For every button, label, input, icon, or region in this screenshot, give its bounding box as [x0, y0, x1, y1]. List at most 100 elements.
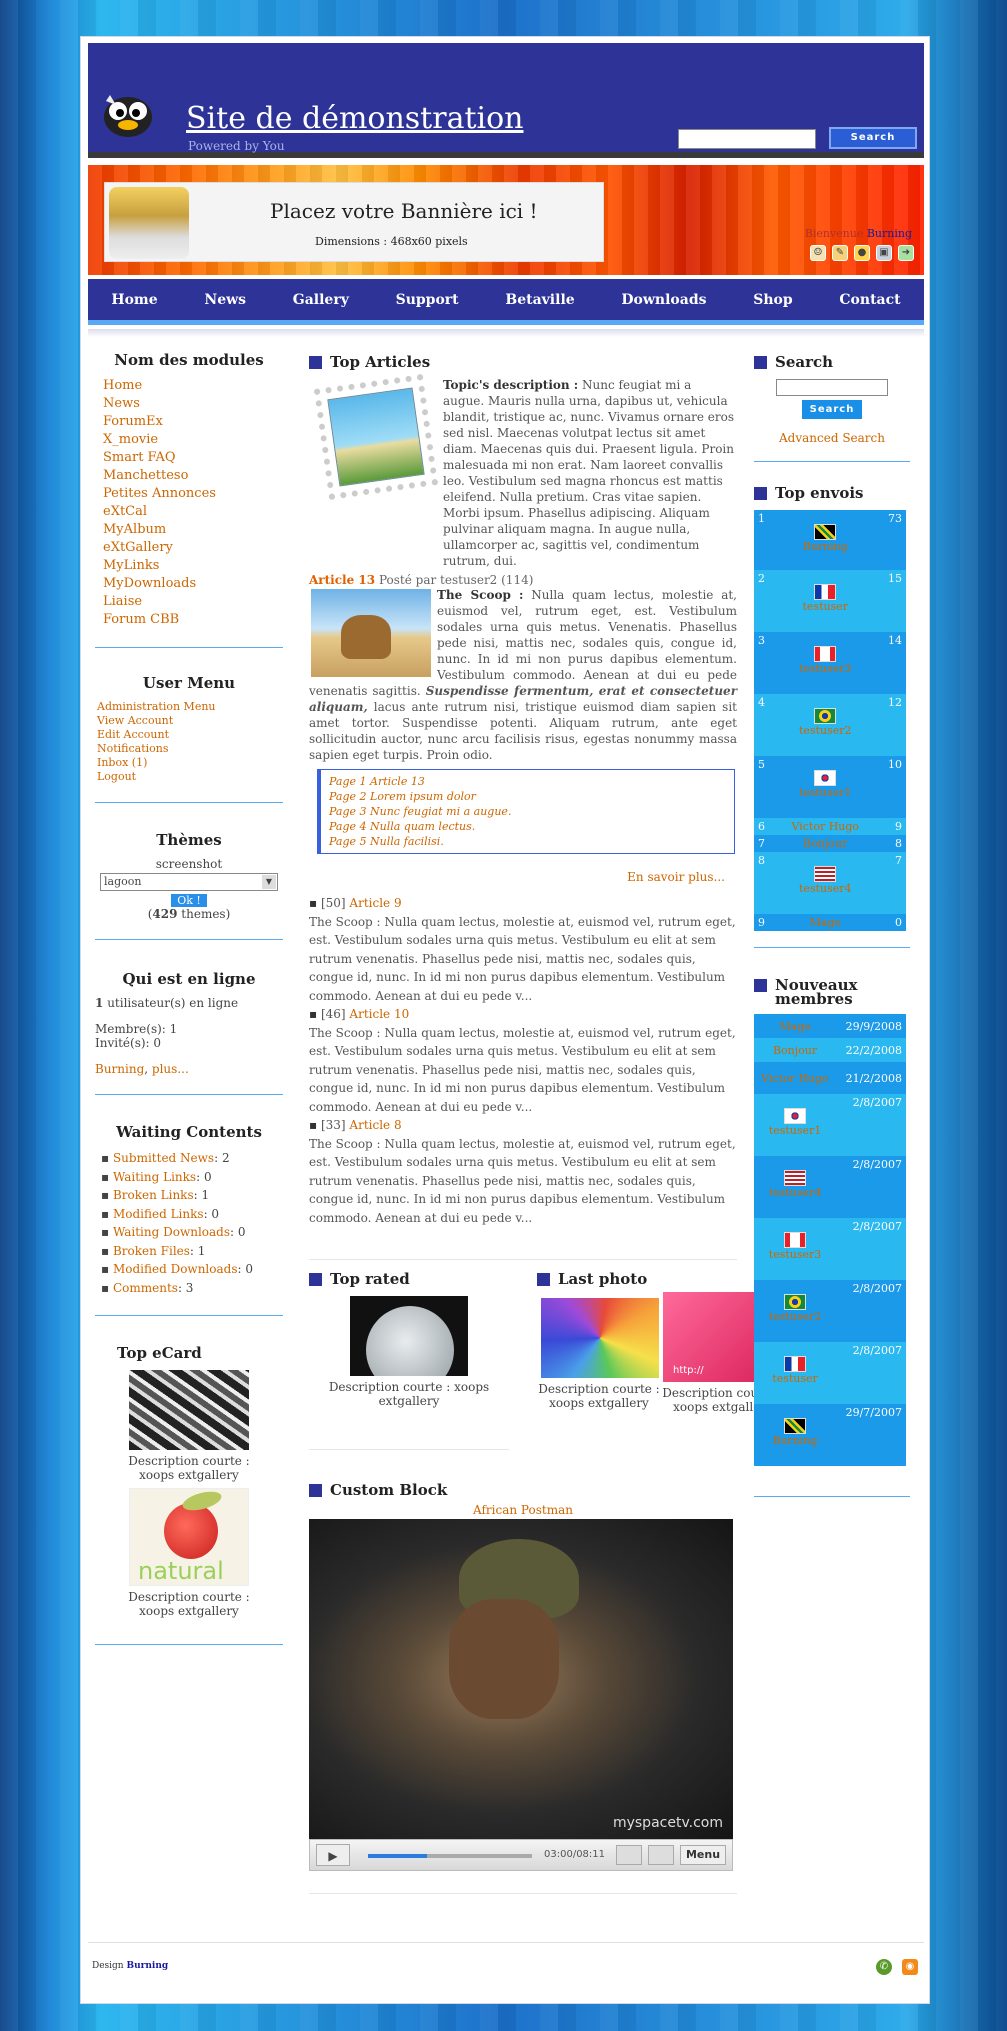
- chat-icon[interactable]: ●: [854, 245, 870, 261]
- poster-link[interactable]: testuser4: [799, 882, 852, 895]
- module-link[interactable]: ForumEx: [95, 413, 283, 431]
- user-menu-block: User Menu Administration Menu View Accou…: [95, 648, 283, 803]
- poster-link[interactable]: testuser1: [799, 786, 852, 799]
- site-subtitle: Powered by You: [188, 139, 285, 153]
- module-link[interactable]: News: [95, 395, 283, 413]
- video-menu-button[interactable]: Menu: [680, 1845, 726, 1865]
- user-menu-link[interactable]: Logout: [95, 770, 283, 784]
- search-input[interactable]: [776, 379, 888, 396]
- user-menu-link[interactable]: Inbox (1): [95, 756, 283, 770]
- module-link[interactable]: MyAlbum: [95, 521, 283, 539]
- progress-track[interactable]: [368, 1854, 532, 1858]
- custom-block-title: Custom Block: [309, 1481, 737, 1499]
- nav-betaville[interactable]: Betaville: [505, 292, 574, 308]
- header-search-input[interactable]: [678, 129, 816, 149]
- rss-icon[interactable]: ◉: [902, 1959, 918, 1975]
- ecard-image-2[interactable]: natural: [129, 1488, 249, 1586]
- computer-icon[interactable]: ▣: [876, 245, 892, 261]
- volume-icon[interactable]: [616, 1845, 642, 1865]
- page-link[interactable]: Page 2 Lorem ipsum dolor: [329, 790, 476, 803]
- welcome-user-link[interactable]: Burning: [867, 227, 912, 240]
- user-menu-link[interactable]: View Account: [95, 714, 283, 728]
- modules-title: Nom des modules: [114, 351, 264, 369]
- page-link[interactable]: Page 5 Nulla facilisi.: [329, 835, 444, 848]
- block-bullet-icon: [309, 355, 322, 369]
- module-link[interactable]: Forum CBB: [95, 611, 283, 629]
- nav-gallery[interactable]: Gallery: [293, 292, 349, 308]
- search-button[interactable]: Search: [801, 400, 863, 419]
- ecard-desc-2: Description courte : xoops extgallery: [128, 1590, 250, 1618]
- member-link[interactable]: testuser: [772, 1372, 818, 1385]
- member-link[interactable]: testuser4: [769, 1186, 822, 1199]
- header-search-button[interactable]: Search: [829, 127, 917, 149]
- online-more-link[interactable]: plus...: [152, 1062, 189, 1076]
- poster-link[interactable]: Victor Hugo: [791, 820, 859, 833]
- user-menu-link[interactable]: Notifications: [95, 742, 283, 756]
- table-row: Mage 29/9/2008: [754, 1014, 906, 1038]
- umbrella-image[interactable]: [541, 1298, 659, 1378]
- user-menu-list: Administration Menu View Account Edit Ac…: [95, 700, 283, 784]
- site-title[interactable]: Site de démonstration: [186, 101, 524, 136]
- user-menu-link[interactable]: Edit Account: [95, 728, 283, 742]
- poster-link[interactable]: testuser3: [799, 662, 852, 675]
- page-link[interactable]: Page 4 Nulla quam lectus.: [329, 820, 475, 833]
- poster-link[interactable]: testuser: [803, 600, 849, 613]
- table-row: 6 Victor Hugo 9: [754, 818, 906, 835]
- block-bullet-icon: [754, 486, 767, 500]
- member-link[interactable]: Burning: [772, 1434, 817, 1447]
- poster-link[interactable]: Burning: [803, 540, 848, 553]
- member-link[interactable]: testuser3: [769, 1248, 822, 1261]
- flag-us-icon: [814, 866, 837, 882]
- table-row: testuser 2/8/2007: [754, 1342, 906, 1404]
- phone-icon[interactable]: ✆: [876, 1959, 892, 1975]
- fullscreen-icon[interactable]: [648, 1845, 674, 1865]
- theme-ok-button[interactable]: Ok !: [171, 894, 207, 907]
- nav-downloads[interactable]: Downloads: [621, 292, 706, 308]
- theme-select[interactable]: lagoon ▼: [100, 873, 278, 891]
- page-link[interactable]: Page 3 Nunc feugiat mi a augue.: [329, 805, 511, 818]
- member-link[interactable]: testuser1: [769, 1124, 822, 1137]
- member-link[interactable]: testuser2: [769, 1310, 822, 1323]
- waiting-item: ▪ Comments: 3: [101, 1280, 194, 1295]
- moon-image[interactable]: [350, 1296, 468, 1376]
- notes-icon[interactable]: ✎: [832, 245, 848, 261]
- footer-user-link[interactable]: Burning: [126, 1961, 168, 1971]
- nav-contact[interactable]: Contact: [839, 292, 900, 308]
- module-link[interactable]: Smart FAQ: [95, 449, 283, 467]
- advanced-search-link[interactable]: Advanced Search: [779, 431, 885, 445]
- online-user-link[interactable]: Burning: [95, 1062, 144, 1076]
- module-link[interactable]: Liaise: [95, 593, 283, 611]
- ecard-image-1[interactable]: [129, 1370, 249, 1450]
- video-player[interactable]: myspacetv.com: [309, 1519, 733, 1839]
- play-icon[interactable]: ▶: [316, 1844, 350, 1866]
- poster-link[interactable]: Bonjour: [803, 837, 847, 850]
- article-pages-box: Page 1 Article 13 Page 2 Lorem ipsum dol…: [317, 769, 735, 854]
- nav-home[interactable]: Home: [111, 292, 157, 308]
- module-link[interactable]: Home: [95, 377, 283, 395]
- flag-br-icon: [784, 1294, 807, 1310]
- profile-icon[interactable]: ☺: [810, 245, 826, 261]
- banner-ad[interactable]: Placez votre Bannière ici ! Dimensions :…: [104, 182, 604, 262]
- page-link[interactable]: Page 1 Article 13: [329, 775, 425, 788]
- mascot-image: [109, 187, 189, 259]
- module-link[interactable]: MyLinks: [95, 557, 283, 575]
- article-title[interactable]: Article 13: [309, 573, 375, 587]
- member-link[interactable]: Victor Hugo: [761, 1072, 829, 1085]
- module-link[interactable]: MyDownloads: [95, 575, 283, 593]
- module-link[interactable]: Manchetteso: [95, 467, 283, 485]
- table-row: Bonjour 22/2/2008: [754, 1038, 906, 1062]
- nav-shop[interactable]: Shop: [753, 292, 792, 308]
- search-block: Search Search Advanced Search: [754, 347, 910, 462]
- poster-link[interactable]: Mage: [810, 916, 841, 929]
- nav-support[interactable]: Support: [396, 292, 459, 308]
- module-link[interactable]: eXtGallery: [95, 539, 283, 557]
- module-link[interactable]: eXtCal: [95, 503, 283, 521]
- member-link[interactable]: Mage: [779, 1020, 810, 1033]
- logout-icon[interactable]: ➜: [898, 245, 914, 261]
- user-menu-link[interactable]: Administration Menu: [95, 700, 283, 714]
- poster-link[interactable]: testuser2: [799, 724, 852, 737]
- nav-news[interactable]: News: [204, 292, 246, 308]
- member-link[interactable]: Bonjour: [773, 1044, 817, 1057]
- module-link[interactable]: X_movie: [95, 431, 283, 449]
- module-link[interactable]: Petites Annonces: [95, 485, 283, 503]
